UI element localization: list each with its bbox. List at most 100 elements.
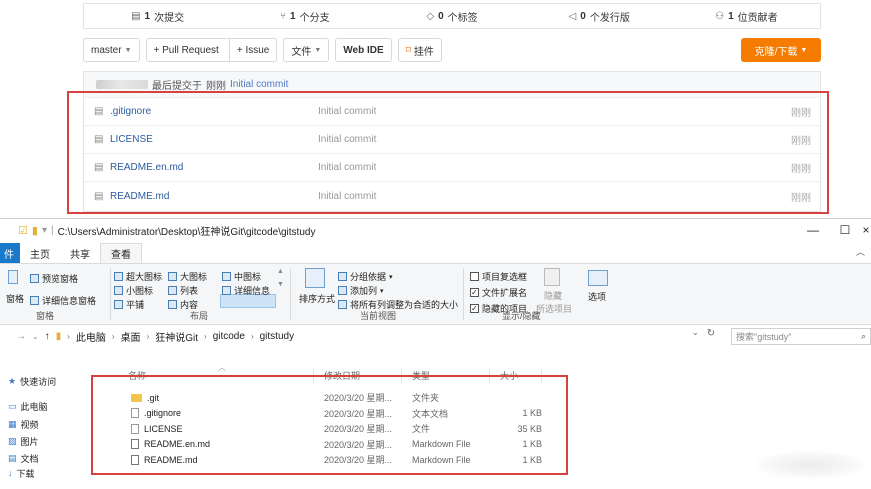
medium-icons-icon [222,272,231,281]
content-icon [168,300,177,309]
group-by-button[interactable]: 分组依据 ▾ [338,270,393,283]
preview-pane-button[interactable]: 预览窗格 [30,272,78,285]
list-icon [168,286,177,295]
scroll-down-icon: ▼ [277,281,284,288]
hide-selected-icon [544,268,560,286]
large-icons-icon [168,272,177,281]
branch-icon: ⑂ [280,10,287,22]
crumb-this-pc[interactable]: 此电脑 [76,329,106,344]
layout-xl-icons[interactable]: 超大图标 [114,270,162,283]
item-checkboxes-toggle[interactable]: 项目复选框 [470,270,527,283]
group-label-show-hide: 显示/隐藏 [502,311,541,321]
crumb-gitstudy[interactable]: gitstudy [260,331,294,342]
nav-item-downloads[interactable]: ↓ 下载 [0,467,80,479]
stat-branches[interactable]: ⑂ 1 个分支 [231,9,378,24]
xl-icons-icon [114,272,123,281]
recent-dropdown-icon[interactable]: ⌄ [32,332,39,341]
window-controls: — ☐ × [797,219,871,241]
pendant-button[interactable]: ⌑ 挂件 [397,38,442,62]
file-extensions-toggle[interactable]: ✓ 文件扩展名 [470,286,527,299]
star-icon: ★ [8,376,17,386]
new-folder-icon[interactable]: ▮ [32,224,38,237]
group-label-layout: 布局 [190,311,209,321]
issue-button[interactable]: + Issue [228,39,277,61]
options-button[interactable]: 选项 [588,290,606,303]
crumb-kuangshen-git[interactable]: 狂神说Git [155,329,198,344]
stat-contributors[interactable]: ⚇ 1 位贡献者 [673,9,820,24]
quick-access-dropdown-icon[interactable]: ▾ [42,225,47,236]
crumb-desktop[interactable]: 桌面 [121,329,141,344]
ribbon-collapse-icon[interactable]: ︿ [856,245,865,258]
stat-commits[interactable]: ▤ 1 次提交 [84,9,231,24]
highlight-box-explorer-files [91,375,568,475]
group-label-panes: 窗格 [36,311,55,321]
checkbox-checked: ✓ [470,288,479,297]
sort-up-icon: ︿ [218,363,226,372]
search-icon: ⌕ [860,331,866,341]
commit-message-link[interactable]: Initial commit [230,79,288,90]
layout-medium-icons[interactable]: 中图标 [222,270,261,283]
nav-item-pictures[interactable]: ▨ 图片 [0,433,80,450]
caret-down-icon: ▼ [314,46,322,54]
refresh-icon[interactable]: ↻ [707,328,715,339]
address-dropdown-icon[interactable]: ⌄ [692,328,699,339]
ribbon-view: 窗格 预览窗格 详细信息窗格 窗格 超大图标 大图标 中图标 小图标 列表 详细… [0,263,871,325]
sort-by-button[interactable]: 排序方式 [299,292,335,305]
highlight-box-web-files [67,91,829,214]
caret-down-icon: ▼ [124,46,132,54]
video-icon: ▦ [8,419,17,429]
close-button[interactable]: × [861,219,871,241]
watermark-blur [755,451,865,479]
tab-view[interactable]: 查看 [100,243,142,263]
options-icon[interactable] [588,270,608,286]
add-columns-button[interactable]: 添加列 ▾ [338,284,384,297]
gitee-repo-panel: ▤ 1 次提交 ⑂ 1 个分支 ◇ 0 个标签 ◁ 0 个发行版 ⚇ 1 位贡献者 master ▼ … [0,0,871,218]
navigation-pane-icon[interactable] [8,270,18,284]
release-icon: ◁ [568,10,577,22]
nav-item-videos[interactable]: ▦ 视频 [0,416,80,433]
search-input[interactable]: 搜索"gitstudy" ⌕ [731,328,871,345]
nav-item-this-pc[interactable]: ▭ 此电脑 [0,397,80,416]
hide-selected-label: 所选项目 [536,304,573,314]
hide-selected-button[interactable]: 隐藏 [544,289,562,302]
tab-home[interactable]: 主页 [20,243,60,263]
maximize-button[interactable]: ☐ [829,219,861,241]
layout-large-icons[interactable]: 大图标 [168,270,207,283]
small-icons-icon [114,286,123,295]
fit-columns-icon [338,300,347,309]
up-arrow-icon[interactable]: ↑ [45,331,50,342]
fit-columns-button[interactable]: 将所有列调整为合适的大小 [338,298,458,311]
address-bar: → ⌄ ↑ ▮ › 此电脑 › 桌面 › 狂神说Git › gitcode › … [0,325,871,347]
file-menu-button[interactable]: 文件 ▼ [283,38,330,62]
nav-pane-label[interactable]: 窗格 [6,292,24,305]
tab-file[interactable]: 件 [0,243,20,263]
details-pane-icon [30,296,39,305]
properties-icon[interactable]: ☑ [18,224,28,237]
sort-by-icon[interactable] [305,268,325,288]
nav-item-documents[interactable]: ▤ 文档 [0,450,80,467]
breadcrumb[interactable]: › 此电脑 › 桌面 › 狂神说Git › gitcode › gitstudy [67,329,294,344]
minimize-button[interactable]: — [797,219,829,241]
crumb-gitcode[interactable]: gitcode [213,331,245,342]
forward-arrow-icon[interactable]: → [16,331,26,342]
layout-small-icons[interactable]: 小图标 [114,284,153,297]
layout-list[interactable]: 列表 [168,284,198,297]
computer-icon: ▭ [8,401,17,411]
navigation-pane: ★ 快速访问 ▭ 此电脑 ▦ 视频 ▨ 图片 ▤ 文档 ↓ 下载 [0,372,80,479]
branch-select[interactable]: master ▼ [83,38,140,62]
author-avatar-blurred [96,80,148,89]
stat-tags[interactable]: ◇ 0 个标签 [378,9,525,24]
file-explorer-window: ☑ ▮ ▾ | C:\Users\Administrator\Desktop\狂… [0,218,871,489]
folder-icon: ▮ [55,330,62,342]
clone-download-button[interactable]: 克隆/下载 ▼ [741,38,821,62]
layout-tiles[interactable]: 平铺 [114,298,144,311]
pull-request-button[interactable]: + Pull Request [147,39,226,61]
stat-releases[interactable]: ◁ 0 个发行版 [526,9,673,24]
details-pane-button[interactable]: 详细信息窗格 [30,294,96,307]
checkbox-checked: ✓ [470,304,479,313]
layout-details[interactable]: 详细信息 [222,284,270,297]
tab-share[interactable]: 共享 [60,243,100,263]
layout-scroll[interactable]: ▲ ▼ [277,268,284,288]
web-ide-button[interactable]: Web IDE [335,38,392,62]
nav-item-quick-access[interactable]: ★ 快速访问 [0,372,80,391]
